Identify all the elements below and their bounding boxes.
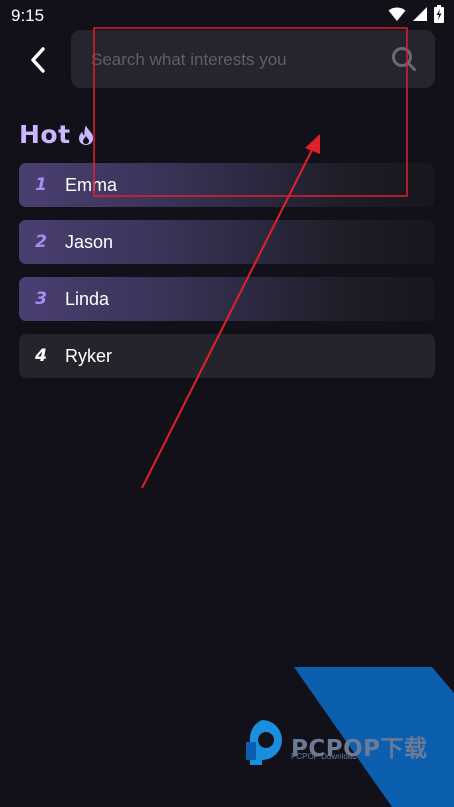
hot-section-title: Hot [19, 120, 95, 149]
wifi-icon [388, 7, 406, 21]
hot-list-item[interactable]: 3 Linda [19, 277, 435, 321]
hot-list-item[interactable]: 1 Emma [19, 163, 435, 207]
search-input[interactable] [89, 30, 383, 90]
hot-item-rank: 1 [35, 175, 47, 195]
chevron-left-icon [31, 47, 45, 73]
status-bar: 9:15 [0, 0, 454, 32]
search-box [71, 30, 435, 90]
search-icon[interactable] [391, 46, 417, 72]
hot-list-item[interactable]: 4 Ryker [19, 334, 435, 378]
hot-list: 1 Emma 2 Jason 3 Linda 4 Ryker [19, 163, 435, 391]
hot-title-text: Hot [19, 120, 71, 149]
hot-item-name: Jason [65, 231, 114, 252]
hot-item-rank: 3 [35, 289, 47, 309]
hot-item-name: Emma [65, 174, 118, 195]
battery-icon [434, 5, 444, 23]
hot-item-name: Ryker [65, 345, 113, 366]
watermark-logo-icon [246, 720, 282, 765]
hot-list-item[interactable]: 2 Jason [19, 220, 435, 264]
watermark-brand: PCPOP下载 [291, 736, 428, 762]
hot-item-rank: 2 [35, 232, 47, 252]
hot-item-rank: 4 [35, 346, 47, 366]
back-button[interactable] [18, 40, 58, 80]
status-time: 9:15 [11, 6, 45, 25]
hot-item-name: Linda [65, 288, 110, 309]
status-icons [388, 5, 444, 23]
watermark-sub: PCPOP Download [291, 752, 357, 761]
signal-icon [413, 7, 427, 21]
flame-icon [78, 124, 93, 145]
annotation-arrow-head [305, 134, 320, 154]
app-screen: 9:15 Hot [0, 0, 454, 807]
